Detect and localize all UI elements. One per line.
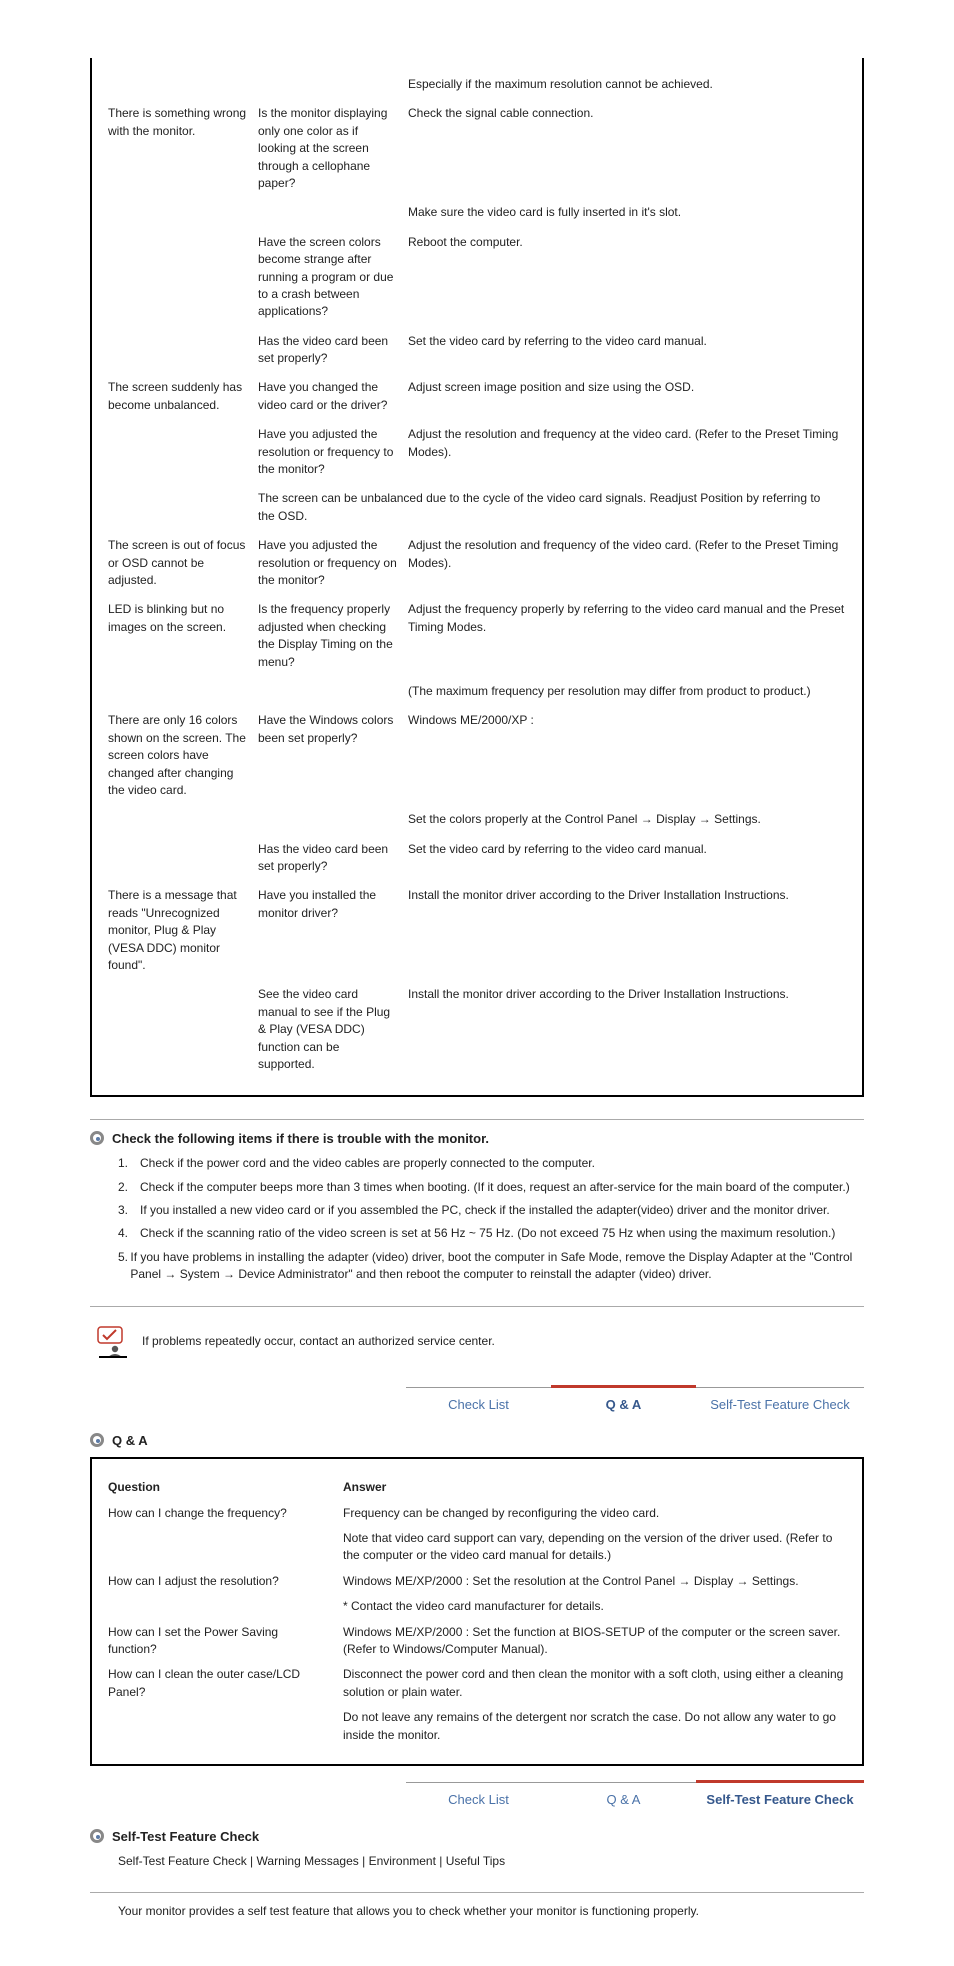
cell: Set the colors properly at the Control P…	[408, 811, 846, 828]
section-heading: Check the following items if there is tr…	[112, 1130, 489, 1149]
qa-q: How can I clean the outer case/LCD Panel…	[108, 1666, 343, 1701]
cell: The screen can be unbalanced due to the …	[258, 490, 846, 525]
cell: The screen suddenly has become unbalance…	[108, 379, 258, 414]
cell: Install the monitor driver according to …	[408, 986, 846, 1073]
tab-check-list[interactable]: Check List	[406, 1387, 551, 1421]
link[interactable]: Warning Messages	[257, 1854, 359, 1868]
qa-q: How can I adjust the resolution?	[108, 1573, 343, 1590]
tab-qa[interactable]: Q & A	[551, 1782, 696, 1816]
list-text: Check if the computer beeps more than 3 …	[140, 1179, 850, 1196]
checkmark-person-icon	[96, 1325, 130, 1359]
cell: Have you adjusted the resolution or freq…	[258, 426, 408, 478]
list-text: Check if the power cord and the video ca…	[140, 1155, 595, 1172]
tabs: Check List Q & A Self-Test Feature Check	[90, 1385, 864, 1421]
cell: Is the frequency properly adjusted when …	[258, 601, 408, 671]
cell: (The maximum frequency per resolution ma…	[408, 683, 846, 700]
list-num: 5.	[118, 1249, 130, 1284]
troubleshooting-table-continued: Especially if the maximum resolution can…	[90, 58, 864, 1097]
list-text: If you have problems in installing the a…	[130, 1249, 864, 1284]
cell: Is the monitor displaying only one color…	[258, 105, 408, 192]
cell: Install the monitor driver according to …	[408, 887, 846, 974]
divider	[90, 1306, 864, 1307]
qa-q: How can I change the frequency?	[108, 1505, 343, 1522]
list-num: 1.	[118, 1155, 140, 1172]
qa-q: How can I set the Power Saving function?	[108, 1624, 343, 1659]
cell: Has the video card been set properly?	[258, 841, 408, 876]
header-answer: Answer	[343, 1479, 846, 1496]
cell: Set the video card by referring to the v…	[408, 333, 846, 368]
cell: Windows ME/2000/XP :	[408, 712, 846, 799]
qa-a: Disconnect the power cord and then clean…	[343, 1666, 846, 1701]
cell: The screen is out of focus or OSD cannot…	[108, 537, 258, 589]
cell: Have you changed the video card or the d…	[258, 379, 408, 414]
link[interactable]: Useful Tips	[446, 1854, 505, 1868]
qa-a: Note that video card support can vary, d…	[343, 1530, 846, 1565]
qa-a: Windows ME/XP/2000 : Set the function at…	[343, 1624, 846, 1659]
cell: Check the signal cable connection.	[408, 105, 846, 192]
bullet-icon	[90, 1131, 104, 1145]
tab-self-test[interactable]: Self-Test Feature Check	[696, 1780, 864, 1816]
cell: See the video card manual to see if the …	[258, 986, 408, 1073]
qa-a: Do not leave any remains of the detergen…	[343, 1709, 846, 1744]
link[interactable]: Self-Test Feature Check	[118, 1854, 247, 1868]
qa-a: Windows ME/XP/2000 : Set the resolution …	[343, 1573, 846, 1590]
tab-check-list[interactable]: Check List	[406, 1782, 551, 1816]
tab-qa[interactable]: Q & A	[551, 1385, 696, 1421]
cell: Set the video card by referring to the v…	[408, 841, 846, 876]
cell: There is something wrong with the monito…	[108, 105, 258, 192]
cell: There is a message that reads "Unrecogni…	[108, 887, 258, 974]
bullet-icon	[90, 1829, 104, 1843]
header-question: Question	[108, 1479, 343, 1496]
cell: Have you installed the monitor driver?	[258, 887, 408, 974]
cell: Especially if the maximum resolution can…	[408, 76, 846, 93]
cell: Has the video card been set properly?	[258, 333, 408, 368]
cell: Have you adjusted the resolution or freq…	[258, 537, 408, 589]
link-row: Self-Test Feature Check | Warning Messag…	[118, 1853, 864, 1870]
cell: Adjust the frequency properly by referri…	[408, 601, 846, 671]
cell: Have the screen colors become strange af…	[258, 234, 408, 321]
qa-a: Frequency can be changed by reconfigurin…	[343, 1505, 846, 1522]
section-heading: Self-Test Feature Check	[112, 1828, 259, 1847]
cell: There are only 16 colors shown on the sc…	[108, 712, 258, 799]
tabs: Check List Q & A Self-Test Feature Check	[90, 1780, 864, 1816]
section-heading: Q & A	[112, 1432, 148, 1451]
cell: Reboot the computer.	[408, 234, 846, 321]
list-text: If you installed a new video card or if …	[140, 1202, 830, 1219]
link[interactable]: Environment	[369, 1854, 436, 1868]
qa-table: Question Answer How can I change the fre…	[90, 1457, 864, 1766]
divider	[90, 1892, 864, 1893]
cell: Make sure the video card is fully insert…	[408, 204, 846, 221]
list-num: 3.	[118, 1202, 140, 1219]
paragraph: Your monitor provides a self test featur…	[118, 1903, 864, 1920]
list-num: 4.	[118, 1225, 140, 1242]
bullet-icon	[90, 1433, 104, 1447]
tip-text: If problems repeatedly occur, contact an…	[142, 1333, 495, 1350]
qa-a: * Contact the video card manufacturer fo…	[343, 1598, 846, 1615]
list-num: 2.	[118, 1179, 140, 1196]
cell: Have the Windows colors been set properl…	[258, 712, 408, 799]
divider	[90, 1119, 864, 1120]
tab-self-test[interactable]: Self-Test Feature Check	[696, 1387, 864, 1421]
cell: Adjust the resolution and frequency at t…	[408, 426, 846, 478]
list-text: Check if the scanning ratio of the video…	[140, 1225, 835, 1242]
cell: Adjust screen image position and size us…	[408, 379, 846, 414]
cell: Adjust the resolution and frequency of t…	[408, 537, 846, 589]
cell: LED is blinking but no images on the scr…	[108, 601, 258, 671]
